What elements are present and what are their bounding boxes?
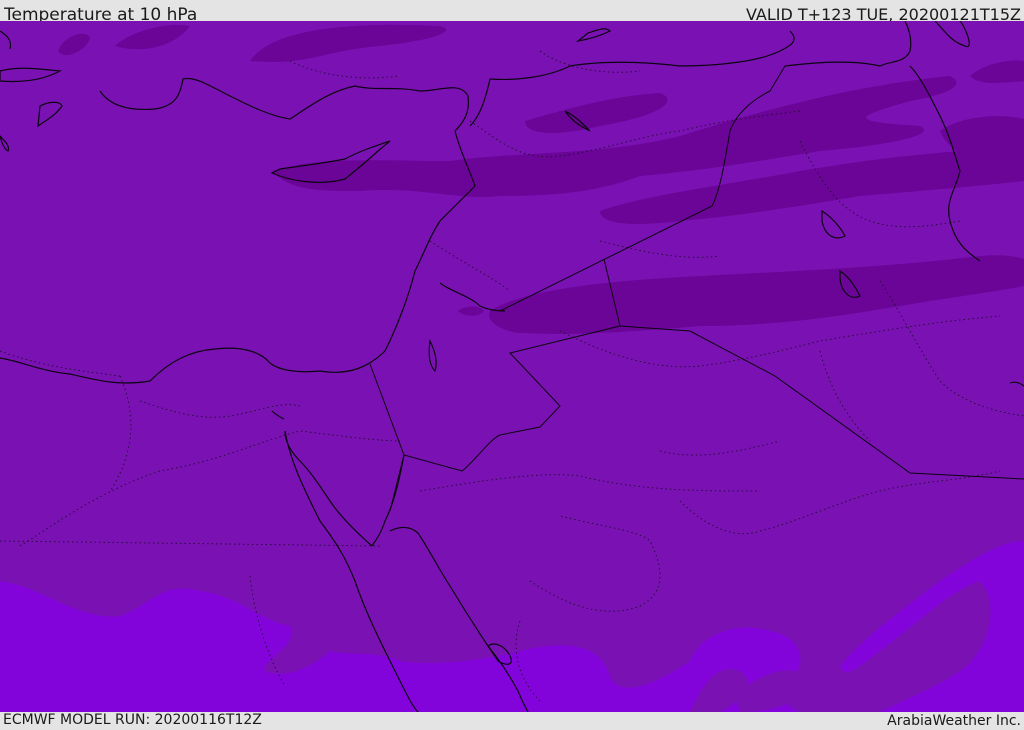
weather-map[interactable] (0, 21, 1024, 712)
header-bar: Temperature at 10 hPa VALID T+123 TUE, 2… (0, 0, 1024, 25)
map-canvas (0, 21, 1024, 712)
credit-label: ArabiaWeather Inc. (887, 713, 1021, 729)
model-run-label: ECMWF MODEL RUN: 20200116T12Z (3, 712, 262, 728)
footer-bar: ECMWF MODEL RUN: 20200116T12Z ArabiaWeat… (0, 712, 1024, 729)
